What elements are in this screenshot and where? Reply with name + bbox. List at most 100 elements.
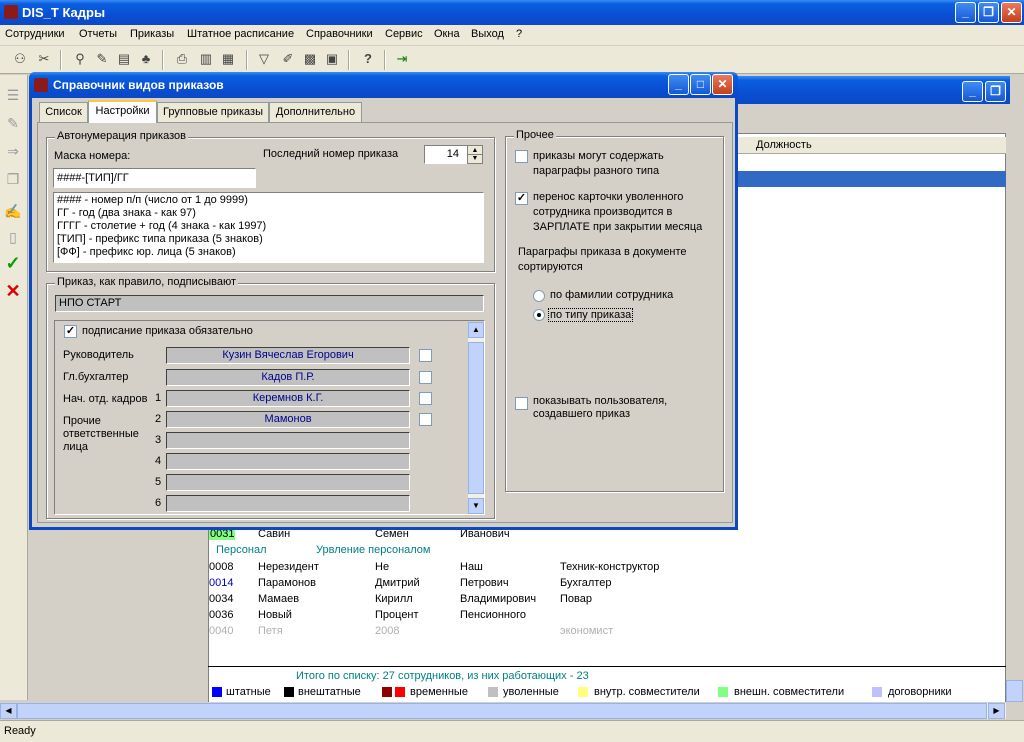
spin-up-icon[interactable]: ▲ — [468, 146, 482, 155]
tab-additional[interactable]: Дополнительно — [269, 102, 362, 122]
sort-by-type-radio[interactable] — [533, 309, 545, 321]
person-field-3[interactable] — [166, 432, 410, 449]
dialog-minimize-button[interactable]: _ — [668, 74, 689, 95]
scroll-thumb[interactable] — [17, 703, 987, 719]
scroll-up-icon[interactable]: ▲ — [468, 322, 484, 338]
legend-swatch — [382, 687, 392, 697]
accountant-field[interactable]: Кадов П.Р. — [166, 369, 410, 386]
menu-employees[interactable]: Сотрудники — [5, 28, 65, 40]
edit-doc-icon[interactable]: ✍ — [3, 201, 23, 221]
menu-reports[interactable]: Отчеты — [79, 28, 117, 40]
edit-icon[interactable]: ✎ — [92, 49, 112, 69]
child-minimize-button[interactable]: _ — [962, 81, 983, 102]
help-icon[interactable]: ? — [358, 49, 378, 69]
dialog-close-button[interactable]: ✕ — [712, 74, 733, 95]
vertical-scrollbar-main[interactable] — [1006, 680, 1023, 702]
cell-position: Повар — [560, 593, 592, 605]
signers-scrollbar[interactable]: ▲ ▼ — [468, 322, 484, 514]
last-number-spinner[interactable]: ▲ ▼ — [467, 145, 483, 164]
calculator-icon[interactable]: ▦ — [218, 49, 238, 69]
dialog-maximize-button[interactable]: □ — [690, 74, 711, 95]
show-creator-checkbox[interactable] — [515, 397, 528, 410]
menu-exit[interactable]: Выход — [471, 28, 504, 40]
scroll-thumb[interactable] — [468, 342, 484, 494]
eraser-icon[interactable]: ✎ — [3, 113, 23, 133]
list-icon[interactable]: ☰ — [3, 85, 23, 105]
organization-field[interactable]: НПО СТАРТ — [55, 295, 484, 312]
menu-windows[interactable]: Окна — [434, 28, 460, 40]
scroll-down-icon[interactable]: ▼ — [468, 498, 484, 514]
check-icon[interactable]: ✓ — [3, 253, 23, 273]
menu-references[interactable]: Справочники — [306, 28, 373, 40]
cancel-icon[interactable]: ✕ — [3, 281, 23, 301]
cell-first: Кирилл — [375, 593, 413, 605]
cell-first: 2008 — [375, 625, 400, 637]
note-icon[interactable]: ✐ — [278, 49, 298, 69]
cell-middle: Наш — [460, 561, 483, 573]
status-bar: Ready — [0, 720, 1024, 742]
cell-position: экономист — [560, 625, 614, 637]
import-icon[interactable]: ⇒ — [3, 141, 23, 161]
director-checkbox[interactable] — [419, 349, 432, 362]
menu-orders[interactable]: Приказы — [130, 28, 174, 40]
minimize-button[interactable]: _ — [955, 2, 976, 23]
columns-icon[interactable]: ▯ — [3, 227, 23, 247]
copy-icon[interactable]: ❐ — [3, 169, 23, 189]
scroll-left-button[interactable]: ◀ — [0, 703, 17, 719]
filter-icon[interactable]: ▽ — [254, 49, 274, 69]
restore-button[interactable]: ❐ — [978, 2, 999, 23]
menu-service[interactable]: Сервис — [385, 28, 423, 40]
person-number: 5 — [155, 476, 162, 488]
cell-dept: Персонал — [216, 544, 267, 556]
horizontal-scrollbar[interactable]: ◀ ▶ — [0, 702, 1006, 719]
tools-icon[interactable]: ✂ — [34, 49, 54, 69]
director-label: Руководитель — [63, 349, 134, 361]
cell-subdept: Урвление персоналом — [316, 544, 431, 556]
menu-staff[interactable]: Штатное расписание — [187, 28, 294, 40]
tab-group-orders[interactable]: Групповые приказы — [157, 102, 269, 122]
close-button[interactable]: ✕ — [1001, 2, 1022, 23]
print-icon[interactable]: ⎙ — [172, 49, 192, 69]
menu-help[interactable]: ? — [516, 28, 522, 40]
person-checkbox-1[interactable] — [419, 392, 432, 405]
spin-down-icon[interactable]: ▼ — [468, 155, 482, 163]
accountant-checkbox[interactable] — [419, 371, 432, 384]
others-label: Прочие ответственные лица — [63, 415, 139, 453]
toolbar: ⚇ ✂ ⚲ ✎ ▤ ♣ ⎙ ▥ ▦ ▽ ✐ ▩ ▣ ? ⇥ — [0, 46, 1024, 74]
tab-settings[interactable]: Настройки — [88, 100, 157, 123]
folder-icon[interactable]: ▥ — [196, 49, 216, 69]
legend-swatch — [395, 687, 405, 697]
person-checkbox-2[interactable] — [419, 413, 432, 426]
scroll-right-button[interactable]: ▶ — [988, 703, 1005, 719]
legend-label: внутр. совместители — [594, 686, 700, 698]
tab-list[interactable]: Список — [39, 102, 88, 122]
document-icon[interactable]: ▤ — [114, 49, 134, 69]
people-icon[interactable]: ⚇ — [10, 49, 30, 69]
help-line: ГГ - год (два знака - как 97) — [57, 207, 196, 219]
person-field-5[interactable] — [166, 474, 410, 491]
search-person-icon[interactable]: ⚲ — [70, 49, 90, 69]
exit-icon[interactable]: ⇥ — [392, 49, 412, 69]
person-field-4[interactable] — [166, 453, 410, 470]
help-line: #### - номер п/п (число от 1 до 9999) — [57, 194, 248, 206]
transfer-card-checkbox[interactable]: ✓ — [515, 192, 528, 205]
mixed-paragraphs-checkbox[interactable] — [515, 150, 528, 163]
person-field-2[interactable]: Мамонов — [166, 411, 410, 428]
signing-required-checkbox[interactable]: ✓ — [64, 325, 77, 338]
column-position[interactable]: Должность — [756, 139, 812, 151]
mask-input[interactable]: ####-[ТИП]/ГГ — [53, 168, 256, 188]
last-number-input[interactable]: 14 — [424, 145, 468, 164]
sort-by-name-radio[interactable] — [533, 290, 545, 302]
child-restore-button[interactable]: ❐ — [985, 81, 1006, 102]
transfer-card-label: перенос карточки уволенного сотрудника п… — [533, 191, 703, 233]
tree-icon[interactable]: ♣ — [136, 49, 156, 69]
person-field-1[interactable]: Керемнов К.Г. — [166, 390, 410, 407]
mixed-paragraphs-label: приказы могут содержать параграфы разног… — [533, 150, 664, 177]
person-number: 2 — [155, 413, 162, 425]
window-icon[interactable]: ▣ — [322, 49, 342, 69]
person-number: 6 — [155, 497, 162, 509]
director-field[interactable]: Кузин Вячеслав Егорович — [166, 347, 410, 364]
grid-icon[interactable]: ▩ — [300, 49, 320, 69]
person-number: 1 — [155, 392, 162, 404]
person-field-6[interactable] — [166, 495, 410, 512]
